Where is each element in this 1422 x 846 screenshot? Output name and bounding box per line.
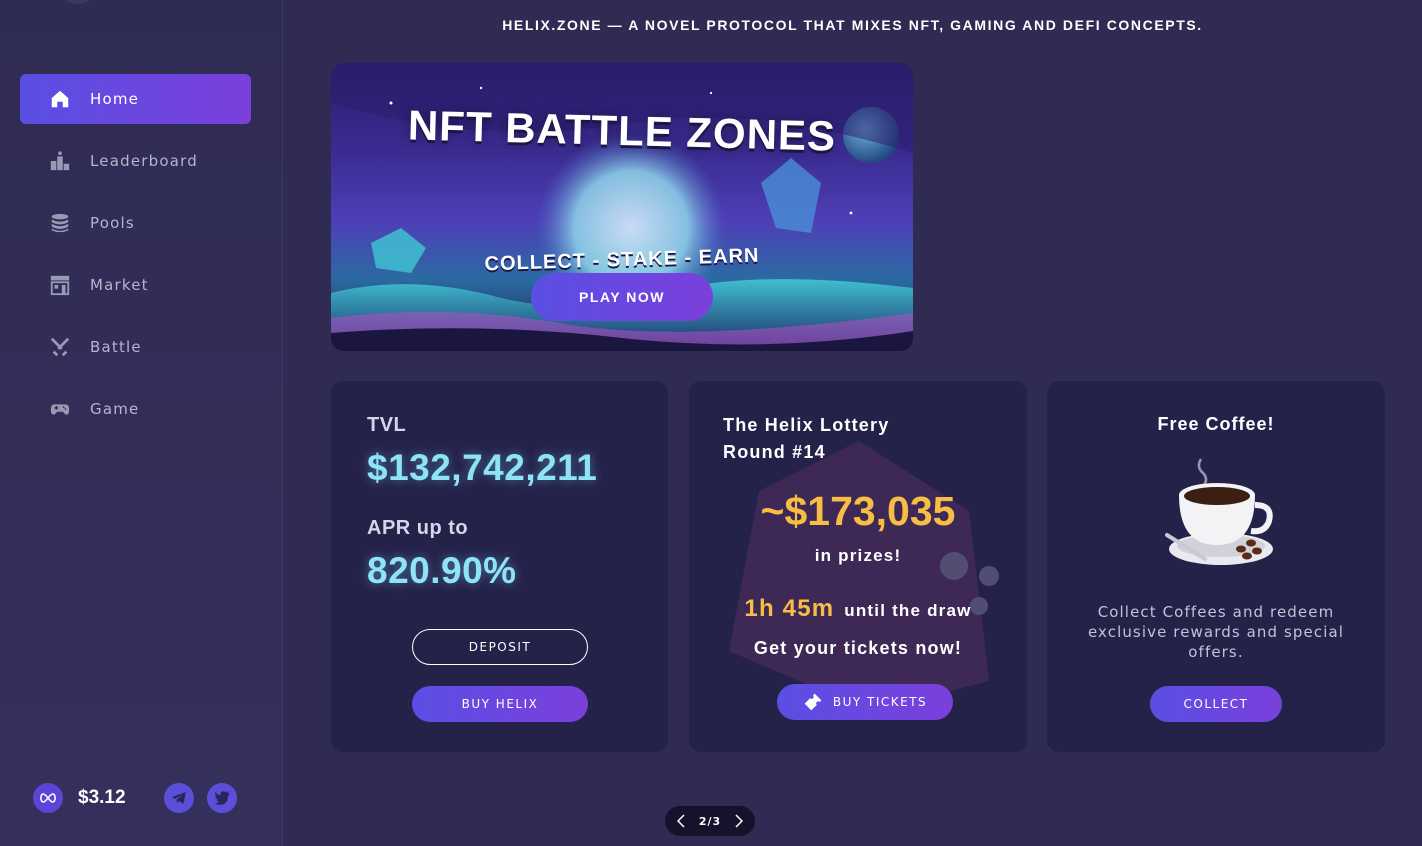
sidebar: Home Leaderboard Pools Market Battle Gam… bbox=[0, 0, 283, 846]
lottery-title-line1: The Helix Lottery bbox=[723, 415, 890, 435]
lottery-prize-sub: in prizes! bbox=[814, 546, 902, 565]
play-now-button[interactable]: PLAY NOW bbox=[531, 273, 713, 321]
coffee-card: Free Coffee! Collect Coffees and redeem … bbox=[1047, 381, 1385, 752]
sidebar-footer: $3.12 bbox=[33, 783, 253, 813]
apr-label: APR up to bbox=[367, 517, 469, 539]
pager-label: 2/3 bbox=[698, 814, 722, 828]
twitter-icon[interactable] bbox=[206, 783, 237, 813]
telegram-icon[interactable] bbox=[163, 783, 194, 813]
buy-tickets-button[interactable]: BUY TICKETS bbox=[777, 684, 953, 720]
chevron-left-icon[interactable] bbox=[675, 814, 687, 828]
lottery-round: Round #14 bbox=[723, 442, 826, 462]
coins-stack-icon bbox=[49, 212, 71, 234]
coffee-title: Free Coffee! bbox=[1157, 414, 1275, 434]
buy-tickets-label: BUY TICKETS bbox=[832, 695, 928, 709]
coffee-description: Collect Coffees and redeem exclusive rew… bbox=[1087, 603, 1345, 661]
home-icon bbox=[49, 88, 71, 110]
sidebar-nav: Home Leaderboard Pools Market Battle Gam… bbox=[20, 74, 251, 446]
sidebar-item-label: Battle bbox=[90, 338, 142, 356]
sidebar-item-pools[interactable]: Pools bbox=[20, 198, 251, 248]
sidebar-item-battle[interactable]: Battle bbox=[20, 322, 251, 372]
sidebar-item-market[interactable]: Market bbox=[20, 260, 251, 310]
sidebar-item-label: Leaderboard bbox=[90, 152, 198, 170]
lottery-title: The Helix Lottery Round #14 bbox=[723, 412, 889, 466]
market-icon bbox=[49, 274, 71, 296]
chevron-right-icon[interactable] bbox=[733, 814, 745, 828]
sidebar-item-leaderboard[interactable]: Leaderboard bbox=[20, 136, 251, 186]
sidebar-item-label: Market bbox=[90, 276, 149, 294]
page-tagline: HELIX.ZONE — A NOVEL PROTOCOL THAT MIXES… bbox=[502, 17, 1203, 33]
lottery-prize: ~$173,035 bbox=[760, 488, 956, 534]
tvl-card: TVL $132,742,211 APR up to 820.90% DEPOS… bbox=[331, 381, 668, 752]
helix-token-icon bbox=[33, 783, 63, 813]
buy-helix-button[interactable]: BUY HELIX bbox=[412, 686, 588, 722]
sidebar-item-label: Home bbox=[90, 90, 140, 108]
sidebar-item-label: Pools bbox=[90, 214, 135, 232]
tvl-label: TVL bbox=[367, 414, 407, 436]
apr-value: 820.90% bbox=[367, 550, 517, 591]
lottery-countdown: 1h 45m until the draw bbox=[689, 595, 1027, 623]
countdown-text: until the draw bbox=[844, 601, 972, 620]
lottery-card: The Helix Lottery Round #14 ~$173,035 in… bbox=[689, 381, 1027, 752]
logo[interactable] bbox=[58, 0, 98, 4]
countdown-time: 1h 45m bbox=[744, 595, 835, 622]
ticket-icon bbox=[803, 692, 823, 712]
carousel-pager: 2/3 bbox=[665, 806, 755, 836]
deposit-button[interactable]: DEPOSIT bbox=[412, 629, 588, 665]
gamepad-icon bbox=[49, 398, 71, 420]
crossed-swords-icon bbox=[49, 336, 71, 358]
sidebar-item-home[interactable]: Home bbox=[20, 74, 251, 124]
coffee-cup-icon bbox=[1165, 458, 1273, 565]
collect-button[interactable]: COLLECT bbox=[1150, 686, 1282, 722]
hero-banner: NFT BATTLE ZONES COLLECT - STAKE - EARN … bbox=[331, 63, 913, 351]
sidebar-item-label: Game bbox=[90, 400, 140, 418]
lottery-cta: Get your tickets now! bbox=[753, 638, 963, 658]
leaderboard-icon bbox=[49, 150, 71, 172]
tvl-value: $132,742,211 bbox=[367, 447, 598, 488]
sidebar-item-game[interactable]: Game bbox=[20, 384, 251, 434]
token-price: $3.12 bbox=[78, 787, 126, 808]
